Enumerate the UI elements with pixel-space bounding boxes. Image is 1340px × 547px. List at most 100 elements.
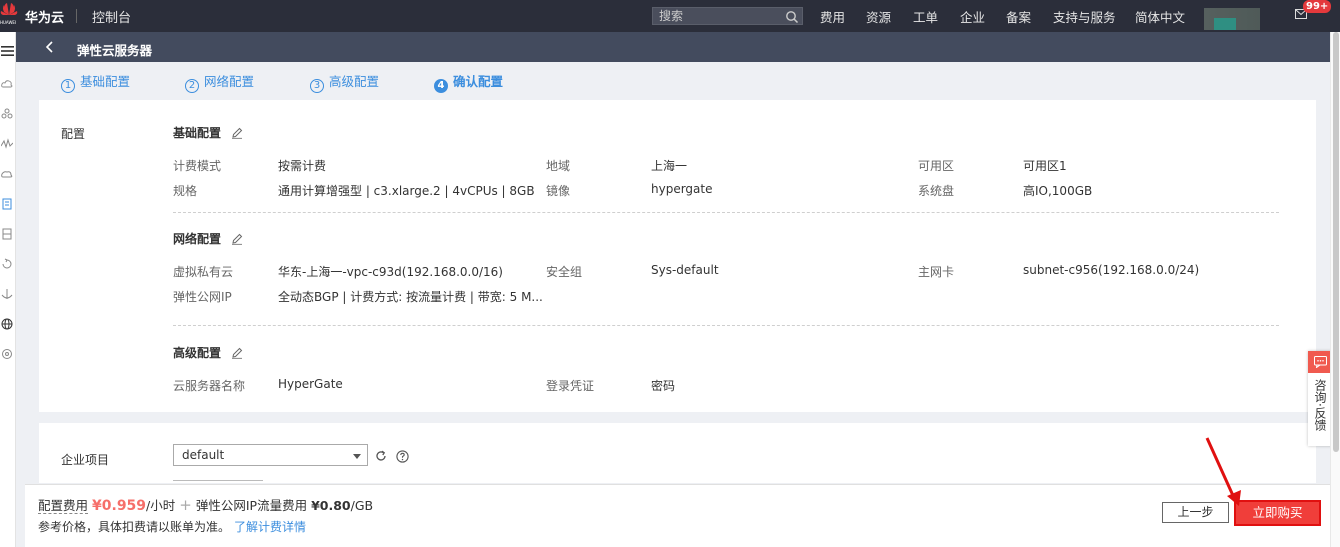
spec-value: 通用计算增强型 | c3.xlarge.2 | 4vCPUs | 8GB (278, 184, 535, 198)
search-box[interactable] (652, 7, 803, 25)
brand-name[interactable]: 华为云 (25, 7, 64, 26)
monitor-icon[interactable] (1, 138, 13, 150)
server-name-value: HyperGate (278, 377, 343, 391)
nav-language[interactable]: 简体中文 (1135, 7, 1185, 26)
az-label: 可用区 (918, 159, 955, 173)
security-group-value: Sys-default (651, 263, 719, 277)
refresh-icon[interactable] (375, 450, 387, 462)
image-value: hypergate (651, 182, 713, 196)
step-label: 网络配置 (204, 74, 255, 89)
globe-icon[interactable] (1, 318, 13, 330)
nav-billing[interactable]: 费用 (820, 7, 845, 26)
price-note-text: 参考价格，具体扣费请以账单为准。 (38, 520, 231, 534)
billing-mode-value: 按需计费 (278, 159, 327, 173)
step-number: 2 (185, 79, 199, 93)
network-config-group: 网络配置 (173, 230, 243, 247)
buy-now-button[interactable]: 立即购买 (1234, 500, 1321, 526)
basic-config-group: 基础配置 (173, 124, 243, 141)
edit-pencil-icon[interactable] (231, 233, 243, 245)
security-group-label: 安全组 (546, 265, 583, 279)
chat-icon (1314, 356, 1327, 368)
config-summary-card (39, 100, 1316, 412)
nav-enterprise[interactable]: 企业 (960, 7, 985, 26)
user-account[interactable] (1204, 8, 1260, 30)
primary-nic-value: subnet-c956(192.168.0.0/24) (1023, 263, 1200, 277)
spec-label: 规格 (173, 184, 198, 198)
scrollbar-thumb[interactable] (1333, 32, 1339, 452)
step-confirm-config: 4 确认配置 (434, 71, 503, 93)
az-value: 可用区1 (1023, 159, 1067, 173)
eip-value: 全动态BGP | 计费方式: 按流量计费 | 带宽: 5 M... (278, 290, 543, 304)
system-disk-value: 高IO,100GB (1023, 184, 1093, 198)
image-label: 镜像 (546, 184, 571, 198)
brand-divider (76, 9, 77, 23)
annotation-arrow-icon (1205, 437, 1241, 506)
region-label: 地域 (546, 159, 571, 173)
enterprise-project-label: 企业项目 (61, 453, 110, 467)
billing-mode-label: 计费模式 (173, 159, 222, 173)
cluster-icon[interactable] (1, 108, 13, 120)
search-icon[interactable] (785, 10, 799, 24)
console-link[interactable]: 控制台 (92, 7, 131, 26)
back-arrow-icon[interactable] (45, 40, 55, 54)
eip-fee-unit: /GB (350, 498, 374, 513)
server-name-label: 云服务器名称 (173, 379, 246, 393)
feedback-label: 咨询·反馈 (1313, 379, 1327, 431)
settings-icon[interactable] (1, 348, 13, 360)
vpc-value: 华东-上海一-vpc-c93d(192.168.0.0/16) (278, 265, 503, 279)
group-title: 基础配置 (173, 126, 222, 140)
order-footer (25, 484, 1330, 547)
step-label: 高级配置 (329, 74, 380, 89)
step-basic-config[interactable]: 1 基础配置 (61, 71, 130, 93)
chevron-down-icon (353, 454, 361, 459)
storage-icon[interactable] (1, 228, 13, 240)
region-value: 上海一 (651, 159, 688, 173)
eip-fee-label: 弹性公网IP流量费用 (195, 498, 308, 513)
anchor-icon[interactable] (1, 288, 13, 300)
page-scrollbar[interactable] (1330, 32, 1340, 547)
billing-details-link[interactable]: 了解计费详情 (234, 520, 306, 534)
cloud-icon[interactable] (1, 78, 13, 90)
avatar (1214, 18, 1236, 30)
group-title: 网络配置 (173, 232, 222, 246)
search-input[interactable] (653, 8, 781, 24)
top-navigation-bar: HUAWEI 华为云 控制台 费用 资源 工单 企业 备案 支持与服务 简体中文… (0, 0, 1340, 32)
section-divider (173, 325, 1279, 326)
enterprise-project-select[interactable]: default (173, 444, 368, 466)
edit-pencil-icon[interactable] (231, 127, 243, 139)
nav-support[interactable]: 支持与服务 (1053, 7, 1116, 26)
fee-summary: 配置费用 ¥0.959/小时 + 弹性公网IP流量费用 ¥0.80/GB (38, 495, 373, 514)
step-number: 3 (310, 79, 324, 93)
left-sidebar (0, 32, 16, 547)
vpc-label: 虚拟私有云 (173, 265, 234, 279)
help-icon[interactable] (396, 450, 409, 463)
cloud-service-icon[interactable] (1, 168, 13, 180)
step-label: 确认配置 (453, 74, 504, 89)
page-subheader: 弹性云服务器 (16, 32, 1330, 62)
group-title: 高级配置 (173, 346, 222, 360)
eip-fee-price: ¥0.80 (311, 498, 351, 513)
step-advanced-config[interactable]: 3 高级配置 (310, 71, 379, 93)
primary-nic-label: 主网卡 (918, 265, 955, 279)
step-number: 4 (434, 79, 448, 93)
notification-badge: 99+ (1303, 0, 1332, 13)
step-number: 1 (61, 79, 75, 93)
nav-icp-filing[interactable]: 备案 (1006, 7, 1031, 26)
section-divider (173, 212, 1279, 213)
edit-pencil-icon[interactable] (231, 347, 243, 359)
step-network-config[interactable]: 2 网络配置 (185, 71, 254, 93)
config-section-label: 配置 (61, 127, 86, 141)
hamburger-menu-icon[interactable] (1, 45, 14, 57)
nav-tickets[interactable]: 工单 (913, 7, 938, 26)
huawei-logo[interactable]: HUAWEI (0, 2, 18, 28)
config-fee-label[interactable]: 配置费用 (38, 498, 89, 514)
price-note: 参考价格，具体扣费请以账单为准。 了解计费详情 (38, 518, 306, 535)
page-title: 弹性云服务器 (77, 43, 153, 58)
selected-value: default (182, 448, 225, 462)
system-disk-label: 系统盘 (918, 184, 955, 198)
document-icon[interactable] (1, 198, 13, 210)
eip-label: 弹性公网IP (173, 290, 232, 304)
config-fee-price: ¥0.959 (92, 498, 147, 514)
backup-icon[interactable] (1, 258, 13, 270)
nav-resources[interactable]: 资源 (866, 7, 891, 26)
